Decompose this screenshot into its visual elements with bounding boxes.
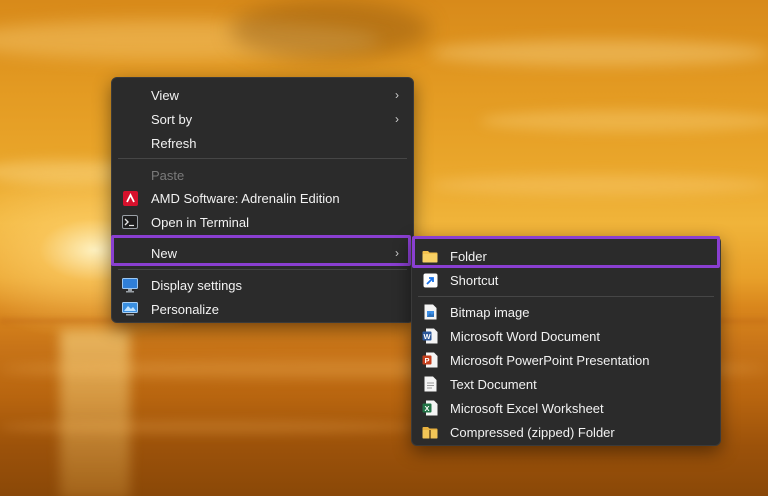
shortcut-icon <box>422 272 438 288</box>
menu-item-display-settings[interactable]: Display settings <box>112 273 413 297</box>
submenu-item-bitmap-image[interactable]: Bitmap image <box>412 300 720 324</box>
menu-item-label: Compressed (zipped) Folder <box>450 424 615 440</box>
personalize-icon <box>122 301 138 317</box>
amd-icon <box>122 190 138 206</box>
menu-item-label: Sort by <box>151 111 193 127</box>
submenu-item-powerpoint-presentation[interactable]: P Microsoft PowerPoint Presentation <box>412 348 720 372</box>
bitmap-icon <box>422 304 438 320</box>
word-icon: W <box>422 328 438 344</box>
menu-separator <box>118 158 407 159</box>
menu-item-label: Microsoft Word Document <box>450 328 601 344</box>
menu-item-sort-by[interactable]: Sort by › <box>112 107 413 131</box>
menu-separator <box>418 296 714 297</box>
submenu-item-excel-worksheet[interactable]: X Microsoft Excel Worksheet <box>412 396 720 420</box>
chevron-right-icon: › <box>395 88 399 102</box>
submenu-item-compressed-folder[interactable]: Compressed (zipped) Folder <box>412 420 720 444</box>
submenu-item-text-document[interactable]: Text Document <box>412 372 720 396</box>
menu-item-label: Display settings <box>151 277 243 293</box>
menu-item-label: Bitmap image <box>450 304 530 320</box>
menu-item-label: Refresh <box>151 135 197 151</box>
submenu-item-shortcut[interactable]: Shortcut <box>412 268 720 292</box>
folder-item-highlight <box>412 236 720 268</box>
menu-item-paste: Paste <box>112 163 413 187</box>
svg-text:X: X <box>424 404 429 413</box>
menu-item-open-in-terminal[interactable]: Open in Terminal <box>112 210 413 234</box>
menu-item-label: Open in Terminal <box>151 214 250 230</box>
zip-folder-icon <box>422 424 438 440</box>
menu-item-label: View <box>151 87 179 103</box>
text-document-icon <box>422 376 438 392</box>
svg-text:P: P <box>424 356 429 365</box>
menu-item-view[interactable]: View › <box>112 83 413 107</box>
menu-item-label: Microsoft PowerPoint Presentation <box>450 352 650 368</box>
menu-item-label: Personalize <box>151 301 219 317</box>
chevron-right-icon: › <box>395 112 399 126</box>
menu-item-personalize[interactable]: Personalize <box>112 297 413 321</box>
menu-item-label: AMD Software: Adrenalin Edition <box>151 190 340 206</box>
display-settings-icon <box>122 277 138 293</box>
terminal-icon <box>122 214 138 230</box>
menu-item-label: Microsoft Excel Worksheet <box>450 400 604 416</box>
menu-item-label: Text Document <box>450 376 537 392</box>
new-item-highlight <box>111 235 411 266</box>
menu-item-refresh[interactable]: Refresh <box>112 131 413 155</box>
powerpoint-icon: P <box>422 352 438 368</box>
svg-text:W: W <box>423 332 431 341</box>
menu-item-amd-software[interactable]: AMD Software: Adrenalin Edition <box>112 186 413 210</box>
desktop-context-menu: View › Sort by › Refresh Paste AMD Softw… <box>111 77 414 323</box>
menu-separator <box>118 269 407 270</box>
submenu-item-word-document[interactable]: W Microsoft Word Document <box>412 324 720 348</box>
menu-item-label: Paste <box>151 167 185 183</box>
excel-icon: X <box>422 400 438 416</box>
menu-item-label: Shortcut <box>450 272 499 288</box>
